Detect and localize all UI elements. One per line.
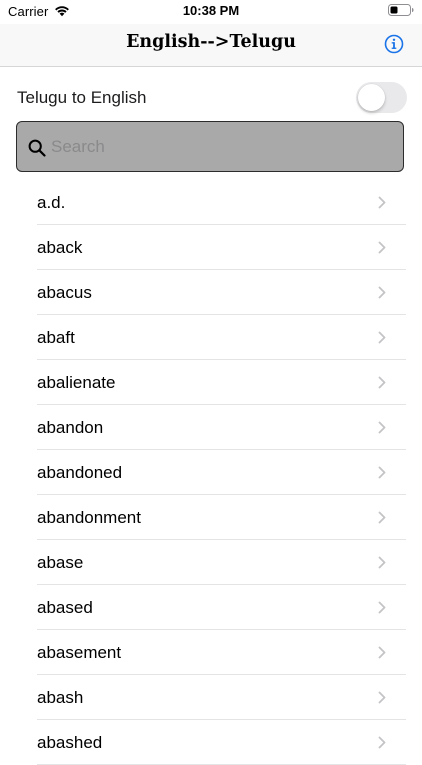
list-item[interactable]: abased <box>0 585 422 630</box>
chevron-right-icon <box>378 691 386 704</box>
chevron-right-icon <box>378 466 386 479</box>
word-label: abashed <box>37 733 103 752</box>
word-label: abash <box>37 688 84 707</box>
chevron-right-icon <box>378 556 386 569</box>
chevron-right-icon <box>378 331 386 344</box>
word-label: abasement <box>37 643 122 662</box>
word-list: a.d. aback abacus abaft abalienate abandon aba… <box>0 180 422 765</box>
search-input[interactable] <box>51 132 391 162</box>
list-item[interactable]: abandoned <box>0 450 422 495</box>
list-item[interactable]: abase <box>0 540 422 585</box>
list-item[interactable]: aback <box>0 225 422 270</box>
info-icon[interactable] <box>383 33 405 55</box>
word-label: abandoned <box>37 463 123 482</box>
clock-time: 10:38 PM <box>182 3 240 18</box>
page-title: English-->Telugu <box>126 32 296 52</box>
word-label: abalienate <box>37 373 116 392</box>
chevron-right-icon <box>378 601 386 614</box>
chevron-right-icon <box>378 736 386 749</box>
list-item[interactable]: abashed <box>0 720 422 765</box>
telugu-to-english-switch[interactable] <box>356 82 407 113</box>
list-item[interactable]: abasement <box>0 630 422 675</box>
list-item[interactable]: abaft <box>0 315 422 360</box>
search-bar[interactable] <box>16 121 404 172</box>
word-label: abandonment <box>37 508 141 527</box>
status-bar: Carrier 10:38 PM <box>0 0 422 24</box>
word-label: abacus <box>37 283 92 302</box>
chevron-right-icon <box>378 421 386 434</box>
chevron-right-icon <box>378 286 386 299</box>
search-icon <box>28 139 46 157</box>
list-item[interactable]: abalienate <box>0 360 422 405</box>
direction-toggle-row: Telugu to English <box>0 80 422 116</box>
list-item[interactable]: a.d. <box>0 180 422 225</box>
list-item[interactable]: abandon <box>0 405 422 450</box>
chevron-right-icon <box>378 376 386 389</box>
navigation-bar: English-->Telugu <box>0 24 422 67</box>
chevron-right-icon <box>378 511 386 524</box>
word-label: abandon <box>37 418 104 437</box>
list-item[interactable]: abacus <box>0 270 422 315</box>
switch-knob <box>358 84 385 111</box>
list-item[interactable]: abash <box>0 675 422 720</box>
word-label: abaft <box>37 328 75 347</box>
battery-icon <box>388 4 414 16</box>
chevron-right-icon <box>378 196 386 209</box>
chevron-right-icon <box>378 241 386 254</box>
word-label: abased <box>37 598 93 617</box>
chevron-right-icon <box>378 646 386 659</box>
toggle-label: Telugu to English <box>17 88 147 107</box>
list-item[interactable]: abandonment <box>0 495 422 540</box>
word-label: aback <box>37 238 83 257</box>
word-label: abase <box>37 553 84 572</box>
word-label: a.d. <box>37 193 66 212</box>
